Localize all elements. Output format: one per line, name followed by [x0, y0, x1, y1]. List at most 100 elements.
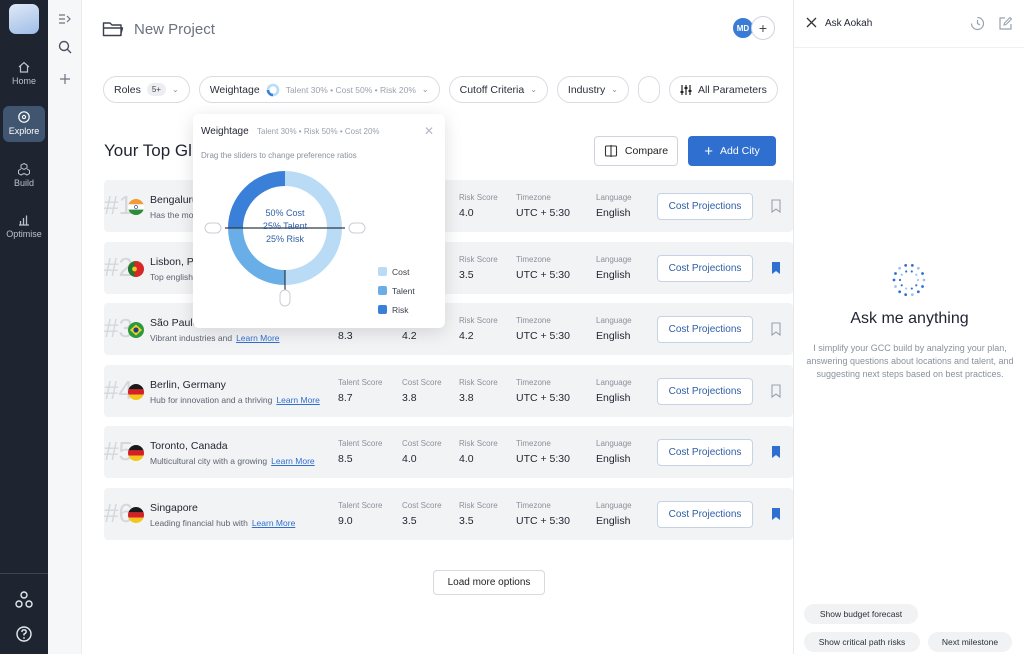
nav-build[interactable]: Build	[3, 158, 45, 194]
learn-more-link[interactable]: Learn More	[276, 395, 319, 405]
nav-explore[interactable]: Explore	[3, 106, 45, 142]
bookmark-icon[interactable]	[771, 322, 781, 336]
metric-language: Language English	[596, 439, 632, 465]
metric-value: 8.5	[338, 453, 353, 465]
cost-projections-button[interactable]: Cost Projections	[657, 316, 753, 343]
cutoff-filter-label: Cutoff Criteria	[459, 83, 525, 96]
collapse-button[interactable]	[56, 10, 74, 28]
city-description-text: Has the mo	[150, 210, 194, 220]
assistant-panel: Ask Aokah Ask me anything I simplify you…	[793, 0, 1024, 654]
legend-label: Cost	[392, 266, 410, 277]
spinner-dot	[910, 293, 914, 297]
city-name: São Paulo	[150, 317, 199, 329]
left-rail: Home Explore Build Optimise	[0, 0, 48, 654]
bookmark-icon[interactable]	[771, 199, 781, 213]
metric-label: Talent Score	[338, 439, 383, 448]
add-city-button[interactable]: + Add City	[688, 136, 776, 166]
table-row[interactable]: #6 Singapore Leading financial hub with Lea…	[104, 487, 793, 540]
spinner-dot	[916, 290, 920, 294]
cost-projections-button[interactable]: Cost Projections	[657, 500, 753, 528]
app-logo[interactable]	[9, 4, 39, 34]
slider-handle-left[interactable]	[204, 222, 222, 234]
cubes-icon	[18, 162, 30, 176]
donut-segment-risk[interactable]	[228, 171, 285, 228]
all-parameters-button[interactable]: All Parameters	[668, 76, 778, 103]
learn-more-link[interactable]: Learn More	[271, 456, 314, 466]
more-filters-chip[interactable]	[637, 76, 660, 103]
weightage-donut[interactable]: 50% Cost 25% Talent 25% Risk	[203, 170, 368, 315]
close-panel-button[interactable]	[806, 17, 817, 31]
cost-projections-button[interactable]: Cost Projections	[657, 193, 753, 220]
learn-more-link[interactable]: Learn More	[252, 518, 295, 528]
slider-handle-right[interactable]	[348, 222, 366, 234]
flag-icon	[128, 506, 144, 523]
metric-label: Language	[596, 254, 632, 264]
new-button[interactable]	[56, 70, 74, 88]
team-icon	[15, 591, 33, 608]
slider-handle-bottom[interactable]	[279, 289, 291, 307]
add-city-label: Add City	[720, 145, 760, 157]
metric-label: Risk Score	[459, 254, 498, 264]
bookmark-icon[interactable]	[771, 383, 781, 398]
metric-value: 4.0	[402, 453, 417, 465]
compare-button[interactable]: Compare	[594, 136, 678, 166]
metric-label: Timezone	[516, 500, 551, 510]
metric-value: 4.0	[459, 453, 474, 465]
metric-value: English	[596, 453, 631, 465]
new-chat-button[interactable]	[998, 16, 1013, 34]
table-row[interactable]: #5 Toronto, Canada Multicultural city with…	[104, 426, 793, 478]
weightage-popover: Weightage Talent 30% • Risk 50% • Cost 2…	[193, 114, 445, 328]
suggestion-critical-path[interactable]: Show critical path risks	[804, 632, 920, 652]
metric-language: Language English	[596, 193, 632, 219]
roles-filter[interactable]: Roles 5+ ⌄	[103, 76, 190, 103]
cutoff-filter[interactable]: Cutoff Criteria ⌄	[448, 76, 548, 103]
metric-label: Cost Score	[402, 377, 442, 387]
weightage-filter[interactable]: Weightage Talent 30% • Cost 50% • Risk 2…	[198, 76, 440, 103]
metric-language: Language English	[596, 255, 632, 281]
history-button[interactable]	[970, 16, 985, 34]
load-more-button[interactable]: Load more options	[433, 570, 545, 595]
suggestion-budget-forecast[interactable]: Show budget forecast	[804, 604, 918, 624]
industry-filter[interactable]: Industry ⌄	[556, 76, 629, 103]
bookmark-filled-icon[interactable]	[771, 261, 781, 275]
metric-timezone: Timezone UTC + 5:30	[516, 378, 570, 404]
all-parameters-label: All Parameters	[697, 83, 767, 96]
close-icon[interactable]: ✕	[424, 124, 434, 138]
weightage-summary: Talent 30% • Cost 50% • Risk 20%	[285, 84, 416, 95]
sliders-icon	[680, 84, 692, 95]
city-description: Multicultural city with a growing Learn M…	[150, 456, 315, 466]
metric-label: Timezone	[516, 439, 551, 448]
section-title: Your Top Gl	[104, 141, 192, 160]
metric-label: Risk Score	[459, 377, 498, 387]
team-button[interactable]	[0, 590, 48, 613]
nav-home[interactable]: Home	[3, 56, 45, 92]
legend-swatch	[378, 286, 387, 295]
assistant-description: I simplify your GCC build by analyzing y…	[806, 343, 1014, 379]
help-button[interactable]	[0, 625, 48, 646]
bookmark-filled-icon[interactable]	[771, 507, 781, 521]
add-collaborator-button[interactable]: +	[751, 16, 775, 40]
metric-label: Cost Score	[402, 439, 442, 448]
cost-projections-button[interactable]: Cost Projections	[657, 254, 753, 282]
collapse-icon	[59, 14, 71, 24]
nav-optimise[interactable]: Optimise	[3, 209, 45, 245]
metric-timezone: Timezone UTC + 5:30	[516, 316, 570, 342]
metric-timezone: Timezone UTC + 5:30	[516, 501, 570, 527]
spinner-dot	[910, 263, 914, 267]
metric-label: Risk Score	[459, 316, 498, 325]
table-row[interactable]: #4 Berlin, Germany Hub for innovation and …	[104, 364, 793, 417]
suggestion-next-milestone[interactable]: Next milestone	[928, 632, 1012, 652]
metric-timezone: Timezone UTC + 5:30	[516, 439, 570, 465]
metric-risk: Risk Score 3.8	[459, 378, 498, 404]
page-title[interactable]: New Project	[134, 21, 215, 38]
search-button[interactable]	[56, 38, 74, 56]
bookmark-filled-icon[interactable]	[771, 445, 781, 459]
cost-projections-button[interactable]: Cost Projections	[657, 439, 753, 466]
metric-label: Timezone	[516, 254, 551, 264]
learn-more-link[interactable]: Learn More	[236, 333, 279, 343]
metric-value: 4.0	[459, 207, 474, 219]
cost-projections-button[interactable]: Cost Projections	[657, 377, 753, 405]
rail-divider	[0, 573, 48, 574]
metric-label: Language	[596, 316, 632, 325]
donut-mini-icon	[266, 83, 280, 96]
